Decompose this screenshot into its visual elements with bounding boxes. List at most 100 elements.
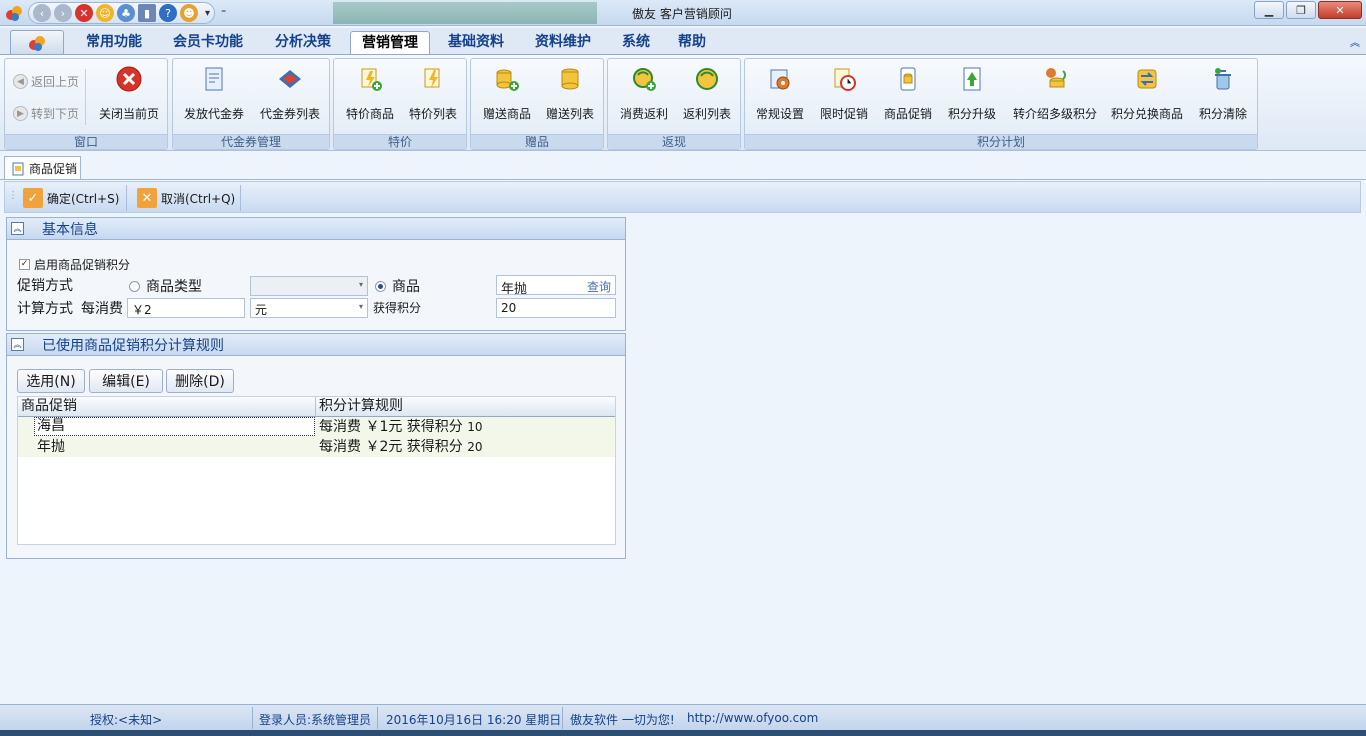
tab-data-maintenance[interactable]: 资料维护 — [522, 31, 604, 54]
doc-tab-underline — [0, 179, 1366, 180]
close-current-page-label: 关闭当前页 — [98, 107, 159, 121]
points-input[interactable]: 20 — [496, 298, 616, 318]
tab-member-card[interactable]: 会员卡功能 — [160, 31, 256, 54]
forward-page-button[interactable]: ▶ 转到下页 — [13, 105, 79, 122]
special-list-button[interactable]: 特价列表 — [402, 65, 464, 122]
chevron-down-icon[interactable]: ▾ — [205, 8, 210, 19]
special-list-label: 特价列表 — [408, 107, 457, 121]
referral-points-button[interactable]: 转介绍多级积分 — [1007, 65, 1103, 122]
ribbon-group-label: 返现 — [608, 134, 740, 149]
close-current-page-button[interactable]: 关闭当前页 — [95, 65, 163, 122]
goods-input[interactable]: 年抛 查询 — [496, 275, 616, 295]
user-icon[interactable]: ☺ — [96, 4, 114, 22]
back-circle-icon[interactable]: ‹ — [33, 4, 51, 22]
points-clear-label: 积分清除 — [1198, 107, 1247, 121]
points-exchange-label: 积分兑换商品 — [1110, 107, 1183, 121]
basic-info-panel: ︽ 基本信息 ✓ 启用商品促销积分 促销方式 商品类型 ▾ 商品 年抛 查询 计… — [6, 217, 626, 331]
action-toolbar: ⋮ ✓ 确定(Ctrl+S) ✕ 取消(Ctrl+Q) — [4, 181, 1361, 213]
doc-tab-goods-promo[interactable]: 商品促销 — [4, 156, 81, 180]
minimize-icon[interactable]: ▁ — [1254, 1, 1284, 19]
confirm-button[interactable]: ✓ 确定(Ctrl+S) — [17, 185, 125, 211]
query-link[interactable]: 查询 — [587, 278, 611, 294]
tab-basic-data[interactable]: 基础资料 — [436, 31, 516, 54]
tab-analysis[interactable]: 分析决策 — [262, 31, 344, 54]
title-bar: ‹ › ✕ ☺ ♣ ▮ ? ☻ ▾ ⁼ 傲友 客户营销顾问 ▁ ❐ ✕ — [0, 0, 1366, 26]
amount-input[interactable]: ￥2 — [127, 298, 245, 318]
delete-button[interactable]: 删除(D) — [166, 369, 234, 393]
rebate-list-button[interactable]: 返利列表 — [676, 65, 738, 122]
cell-goods: 海昌 — [18, 417, 316, 437]
tab-help[interactable]: 帮助 — [666, 31, 718, 54]
gift-list-button[interactable]: 赠送列表 — [539, 65, 601, 122]
account-icon[interactable]: ☻ — [180, 4, 198, 22]
app-menu-button[interactable] — [10, 30, 64, 54]
consume-rebate-button[interactable]: 消费返利 — [612, 65, 676, 122]
goods-type-select[interactable]: ▾ — [250, 276, 368, 296]
rules-header[interactable]: ︽ 已使用商品促销积分计算规则 — [7, 334, 625, 356]
points-exchange-button[interactable]: 积分兑换商品 — [1107, 65, 1187, 122]
restore-icon[interactable]: ❐ — [1286, 1, 1316, 19]
people-icon[interactable]: ♣ — [117, 4, 135, 22]
column-header-goods[interactable]: 商品促销 — [18, 397, 316, 416]
voucher-list-label: 代金券列表 — [259, 107, 320, 121]
goods-input-value: 年抛 — [501, 282, 528, 295]
close-circle-icon — [116, 66, 142, 92]
goods-promo-button[interactable]: 商品促销 — [877, 65, 939, 122]
special-goods-button[interactable]: 特价商品 — [338, 65, 402, 122]
radio-goods-type[interactable]: 商品类型 — [129, 276, 202, 296]
referral-points-label: 转介绍多级积分 — [1012, 107, 1097, 121]
special-goods-label: 特价商品 — [345, 107, 394, 121]
select-button[interactable]: 选用(N) — [17, 369, 85, 393]
confirm-label: 确定(Ctrl+S) — [47, 191, 120, 206]
collapse-up-icon[interactable]: ︽ — [11, 222, 24, 235]
app-logo-icon[interactable] — [4, 3, 24, 23]
close-circle-icon[interactable]: ✕ — [75, 4, 93, 22]
ribbon-group-label: 代金券管理 — [173, 134, 329, 149]
rebate-icon — [696, 68, 718, 90]
book-icon[interactable]: ▮ — [138, 4, 156, 22]
cell-rule: 每消费 ￥2元 获得积分 20 — [316, 437, 615, 457]
close-window-icon[interactable]: ✕ — [1318, 1, 1362, 19]
ribbon-group-label: 特价 — [334, 134, 466, 149]
radio-goods[interactable]: 商品 — [375, 276, 420, 296]
basic-info-header[interactable]: ︽ 基本信息 — [7, 218, 625, 240]
tab-system[interactable]: 系统 — [610, 31, 662, 54]
column-header-rule[interactable]: 积分计算规则 — [316, 397, 615, 416]
ribbon-group-voucher: 发放代金券 代金券列表 代金券管理 — [172, 58, 330, 150]
points-upgrade-label: 积分升级 — [947, 107, 996, 121]
collapse-ribbon-icon[interactable]: ︽ — [1350, 34, 1360, 49]
table-row[interactable]: 年抛 每消费 ￥2元 获得积分 20 — [18, 437, 615, 457]
unit-select[interactable]: 元 ▾ — [250, 298, 368, 318]
points-clear-button[interactable]: 积分清除 — [1191, 65, 1255, 122]
issue-voucher-button[interactable]: 发放代金券 — [179, 65, 249, 122]
cell-rule: 每消费 ￥1元 获得积分 10 — [316, 417, 615, 437]
back-page-button[interactable]: ◀ 返回上页 — [13, 73, 79, 90]
per-consume-label: 每消费 — [81, 301, 123, 317]
rebate-add-icon — [633, 68, 656, 91]
enable-goods-points-checkbox[interactable]: ✓ 启用商品促销积分 — [19, 256, 130, 273]
timed-promo-button[interactable]: 限时促销 — [813, 65, 875, 122]
edit-button[interactable]: 编辑(E) — [89, 369, 163, 393]
timed-promo-label: 限时促销 — [819, 107, 868, 121]
rules-panel: ︽ 已使用商品促销积分计算规则 选用(N) 编辑(E) 删除(D) 商品促销 积… — [6, 333, 626, 559]
cancel-button[interactable]: ✕ 取消(Ctrl+Q) — [131, 185, 241, 211]
points-upgrade-button[interactable]: 积分升级 — [941, 65, 1003, 122]
tab-marketing[interactable]: 营销管理 — [350, 31, 430, 54]
toolbar-separator — [126, 185, 127, 211]
promo-mode-label: 促销方式 — [17, 278, 73, 294]
collapse-up-icon[interactable]: ︽ — [11, 338, 24, 351]
forward-circle-icon[interactable]: › — [54, 4, 72, 22]
status-url[interactable]: http://www.ofyoo.com — [687, 711, 818, 725]
customize-menu-icon[interactable]: ⁼ — [221, 8, 226, 19]
status-user: 登录人员:系统管理员 — [259, 713, 372, 727]
tab-common[interactable]: 常用功能 — [72, 31, 156, 54]
voucher-list-button[interactable]: 代金券列表 — [255, 65, 325, 122]
earn-points-label: 获得积分 — [373, 301, 422, 315]
table-row[interactable]: 海昌 每消费 ￥1元 获得积分 10 — [18, 417, 615, 437]
cell-rule-points: 10 — [467, 420, 483, 434]
upgrade-icon — [963, 67, 981, 91]
background-window-ghost — [333, 2, 597, 24]
regular-settings-button[interactable]: 常规设置 — [749, 65, 811, 122]
help-icon[interactable]: ? — [159, 4, 177, 22]
gift-goods-button[interactable]: 赠送商品 — [475, 65, 539, 122]
